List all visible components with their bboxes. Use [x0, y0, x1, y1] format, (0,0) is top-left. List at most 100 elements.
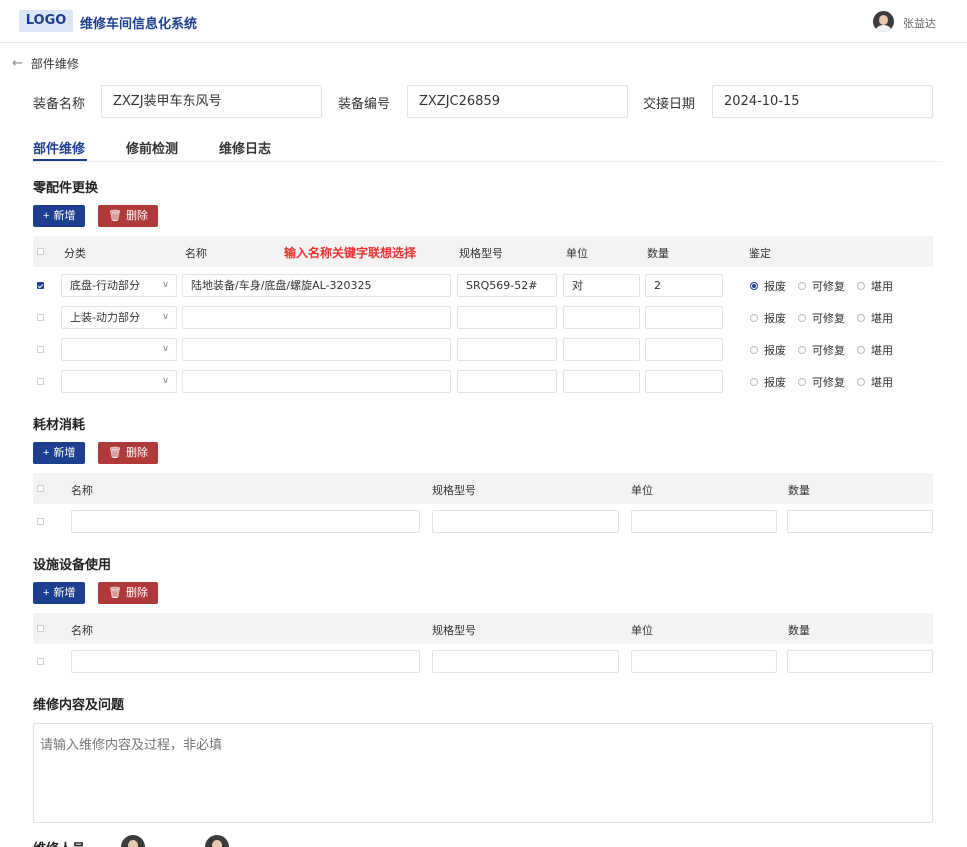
part-spec-input[interactable]: [457, 306, 557, 329]
judge-radio-label: 报废: [764, 376, 786, 389]
part-unit-input[interactable]: [563, 338, 640, 361]
judge-radio-2[interactable]: 堪用: [857, 374, 893, 390]
judge-radio-label: 堪用: [871, 280, 893, 293]
tab-pre-inspection[interactable]: 修前检测: [126, 138, 178, 157]
chevron-down-icon: ∨: [162, 344, 169, 354]
part-qty-input[interactable]: [645, 370, 723, 393]
part-spec-input[interactable]: [457, 370, 557, 393]
judge-radio-2[interactable]: 堪用: [857, 310, 893, 326]
back-link[interactable]: ← 部件维修: [12, 55, 79, 72]
equip-no-field[interactable]: ZXZJC26859: [407, 85, 628, 118]
tab-repair-log[interactable]: 维修日志: [219, 138, 271, 157]
radio-dot: [857, 282, 865, 290]
radio-dot: [750, 346, 758, 354]
part-name-input[interactable]: 陆地装备/车身/底盘/螺旋AL-320325: [182, 274, 451, 297]
judge-radio-label: 报废: [764, 312, 786, 325]
part-name-input[interactable]: [182, 370, 451, 393]
personnel-avatar[interactable]: [121, 835, 145, 847]
category-select[interactable]: ∨: [61, 338, 177, 361]
trash-icon: 🗑: [108, 210, 122, 222]
judge-radio-1[interactable]: 可修复: [798, 278, 845, 294]
date-field[interactable]: 2024-10-15: [712, 85, 933, 118]
part-qty-input[interactable]: [645, 306, 723, 329]
judge-radio-2[interactable]: 堪用: [857, 278, 893, 294]
judge-radio-group: 报废 可修复 堪用: [750, 342, 905, 358]
facility-name-input[interactable]: [71, 650, 420, 673]
row-checkbox[interactable]: [37, 378, 44, 385]
judge-radio-label: 报废: [764, 280, 786, 293]
part-name-input[interactable]: [182, 338, 451, 361]
judge-radio-label: 堪用: [871, 344, 893, 357]
equip-name-field[interactable]: ZXZJ装甲车东风号: [101, 85, 322, 118]
judge-radio-1[interactable]: 可修复: [798, 342, 845, 358]
col-name: 名称: [71, 624, 93, 637]
col-name: 名称: [185, 247, 207, 260]
facility-qty-input[interactable]: [787, 650, 933, 673]
judge-radio-label: 可修复: [812, 376, 845, 389]
part-qty-input[interactable]: 2: [645, 274, 723, 297]
parts-select-all-checkbox[interactable]: [37, 248, 44, 255]
facility-spec-input[interactable]: [432, 650, 619, 673]
category-select-value: 上装-动力部分: [70, 311, 140, 324]
material-qty-input[interactable]: [787, 510, 933, 533]
materials-select-all-checkbox[interactable]: [37, 485, 44, 492]
tab-part-repair[interactable]: 部件维修: [33, 138, 85, 157]
row-checkbox[interactable]: [37, 658, 44, 665]
part-qty-input[interactable]: [645, 338, 723, 361]
materials-section-title: 耗材消耗: [33, 418, 86, 433]
row-checkbox[interactable]: [37, 346, 44, 353]
judge-radio-0[interactable]: 报废: [750, 342, 786, 358]
personnel-avatar[interactable]: [205, 835, 229, 847]
part-unit-input[interactable]: 对: [563, 274, 640, 297]
equip-name-label: 装备名称: [33, 97, 86, 112]
facilities-add-button[interactable]: + 新增: [33, 582, 86, 604]
col-spec: 规格型号: [432, 624, 476, 637]
judge-radio-0[interactable]: 报废: [750, 278, 786, 294]
materials-delete-button[interactable]: 🗑 删除: [98, 442, 158, 464]
facilities-select-all-checkbox[interactable]: [37, 625, 44, 632]
facilities-delete-button[interactable]: 🗑 删除: [98, 582, 158, 604]
repair-content-textarea[interactable]: [33, 723, 933, 823]
chevron-down-icon: ∨: [162, 376, 169, 386]
col-judge: 鉴定: [749, 247, 771, 260]
content-section-title: 维修内容及问题: [33, 698, 125, 713]
arrow-left-icon[interactable]: ←: [12, 56, 23, 71]
facility-unit-input[interactable]: [631, 650, 777, 673]
part-spec-input[interactable]: SRQ569-52#: [457, 274, 557, 297]
part-unit-input[interactable]: [563, 370, 640, 393]
chevron-down-icon: ∨: [162, 280, 169, 290]
row-checkbox[interactable]: [37, 314, 44, 321]
row-checkbox[interactable]: [37, 518, 44, 525]
judge-radio-1[interactable]: 可修复: [798, 310, 845, 326]
radio-dot: [798, 282, 806, 290]
part-unit-input[interactable]: [563, 306, 640, 329]
judge-radio-1[interactable]: 可修复: [798, 374, 845, 390]
category-select[interactable]: 上装-动力部分 ∨: [61, 306, 177, 329]
part-spec-input[interactable]: [457, 338, 557, 361]
material-unit-input[interactable]: [631, 510, 777, 533]
radio-dot: [798, 346, 806, 354]
plus-icon: +: [43, 210, 50, 222]
judge-radio-label: 可修复: [812, 344, 845, 357]
app-title: 维修车间信息化系统: [80, 17, 198, 32]
col-unit: 单位: [631, 484, 653, 497]
category-select[interactable]: ∨: [61, 370, 177, 393]
top-bar: LOGO 维修车间信息化系统 张益达: [0, 0, 967, 43]
parts-add-button[interactable]: + 新增: [33, 205, 86, 227]
part-name-input[interactable]: [182, 306, 451, 329]
material-spec-input[interactable]: [432, 510, 619, 533]
category-select[interactable]: 底盘-行动部分 ∨: [61, 274, 177, 297]
personnel-label: 维修人员: [33, 838, 85, 847]
material-name-input[interactable]: [71, 510, 420, 533]
facilities-section-title: 设施设备使用: [33, 558, 112, 573]
judge-radio-0[interactable]: 报废: [750, 374, 786, 390]
materials-add-button[interactable]: + 新增: [33, 442, 86, 464]
user-name[interactable]: 张益达: [903, 15, 936, 31]
col-unit: 单位: [566, 247, 588, 260]
parts-delete-button[interactable]: 🗑 删除: [98, 205, 158, 227]
user-avatar[interactable]: [873, 11, 894, 32]
judge-radio-label: 可修复: [812, 312, 845, 325]
judge-radio-2[interactable]: 堪用: [857, 342, 893, 358]
row-checkbox[interactable]: [37, 282, 44, 289]
judge-radio-0[interactable]: 报废: [750, 310, 786, 326]
